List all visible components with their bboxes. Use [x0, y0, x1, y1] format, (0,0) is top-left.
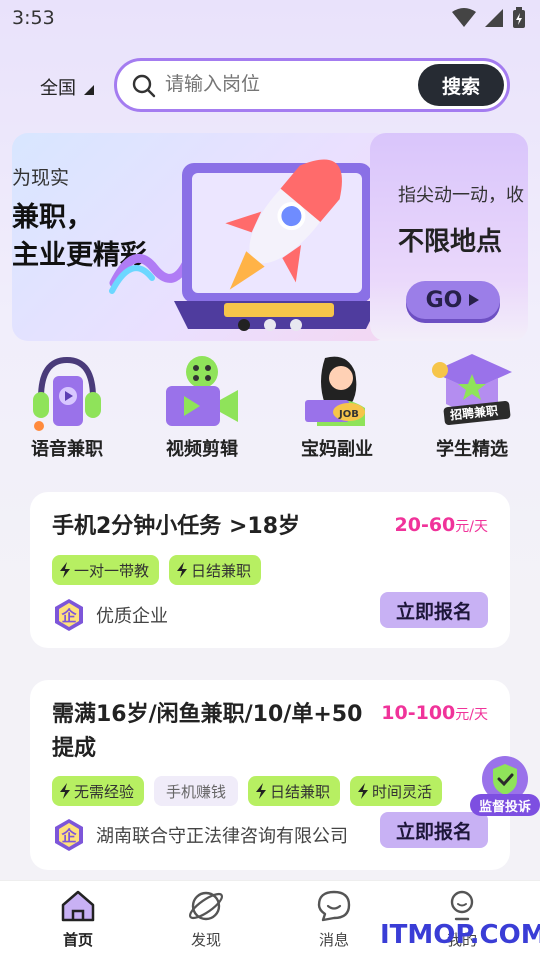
banner-main-line1: 为现实 [12, 167, 70, 189]
play-triangle-icon [469, 294, 480, 306]
lightning-icon [60, 783, 70, 799]
lightning-icon [256, 783, 267, 799]
banner-second-headline: 不限地点 [398, 227, 503, 257]
category-label: 视频剪辑 [166, 439, 238, 460]
category-label: 学生精选 [436, 439, 508, 460]
company-badge-text: 企 [61, 827, 77, 845]
company-badge-text: 企 [61, 607, 77, 625]
go-button-label: GO [425, 287, 463, 313]
battery-icon [513, 7, 525, 28]
salary-unit: 元/天 [455, 519, 488, 535]
banner-second-subtitle: 指尖动一动，收 [398, 185, 524, 206]
job-tag: 时间灵活 [350, 776, 443, 806]
chat-bubble-icon [317, 890, 351, 922]
banner-main[interactable]: 为现实 兼职， 主业更精彩 [12, 133, 390, 341]
carousel-dot[interactable] [264, 319, 276, 331]
salary-range: 10-100 [381, 702, 456, 724]
job-tag: 手机赚钱 [154, 776, 239, 806]
apply-button[interactable]: 立即报名 [380, 592, 488, 628]
status-icons [452, 7, 526, 29]
job-salary: 20-60元/天 [395, 514, 489, 536]
lightning-icon [177, 562, 188, 578]
banner-second[interactable]: 指尖动一动，收 不限地点 GO [370, 133, 528, 341]
planet-icon [188, 891, 224, 921]
tab-label: 首页 [62, 931, 93, 949]
watermark: ITMOP.COM [380, 920, 540, 950]
job-salary: 10-100元/天 [381, 702, 488, 724]
signal-icon [485, 9, 503, 27]
search-icon [132, 74, 156, 98]
graduation-cap-icon: 招聘兼职 [430, 352, 514, 432]
job-tag: 一对一带教 [52, 555, 160, 585]
job-tag-text: 一对一带教 [74, 561, 150, 580]
dropdown-triangle-icon [84, 85, 94, 95]
company-badge-icon: 企 [52, 598, 86, 632]
job-title-continued: 提成 [52, 736, 97, 761]
status-bar: 3:53 [0, 0, 540, 36]
video-camera-icon [160, 352, 244, 432]
company-name: 湖南联合守正法律咨询有限公司 [96, 826, 348, 847]
status-time: 3:53 [12, 7, 55, 29]
company-name: 优质企业 [96, 606, 168, 627]
job-tag: 日结兼职 [169, 555, 262, 585]
job-title: 需满16岁/闲鱼兼职/10/单+50 [52, 702, 363, 727]
job-tag-text: 日结兼职 [270, 782, 331, 801]
lightning-icon [60, 562, 70, 578]
job-tag-text: 日结兼职 [191, 561, 252, 580]
headphones-phone-icon [25, 352, 109, 432]
category-student-picks[interactable]: 招聘兼职 学生精选 [417, 352, 527, 461]
carousel-dot[interactable] [238, 319, 250, 331]
category-video-edit[interactable]: 视频剪辑 [147, 352, 257, 461]
laptop-rocket-illustration [109, 159, 380, 329]
tab-label: 发现 [190, 931, 221, 949]
search-row: 全国 搜索 [0, 58, 540, 112]
job-title: 手机2分钟小任务 >18岁 [52, 514, 301, 539]
job-tag: 日结兼职 [248, 776, 341, 806]
category-mom-side-job[interactable]: JOB 宝妈副业 [282, 352, 392, 461]
company-badge-icon: 企 [52, 818, 86, 852]
tab-label: 消息 [318, 931, 349, 949]
job-tag: 无需经验 [52, 776, 145, 806]
category-voice-job[interactable]: 语音兼职 [12, 352, 122, 461]
job-card[interactable]: 手机2分钟小任务 >18岁 20-60元/天 一对一带教 日结兼职 企 优质企业… [30, 492, 510, 648]
category-label: 语音兼职 [31, 439, 103, 460]
wifi-icon [452, 8, 476, 27]
category-label: 宝妈副业 [301, 439, 373, 460]
go-button[interactable]: GO [406, 281, 500, 319]
svg-text:JOB: JOB [338, 409, 359, 420]
banner-main-line2: 兼职， [12, 202, 93, 233]
mom-job-icon: JOB [295, 352, 379, 432]
tab-messages[interactable]: 消息 [289, 889, 379, 950]
job-tag-text: 无需经验 [74, 782, 135, 801]
job-tag-text: 手机赚钱 [166, 782, 227, 801]
region-label: 全国 [40, 78, 76, 99]
salary-unit: 元/天 [455, 707, 488, 723]
company-info: 企 湖南联合守正法律咨询有限公司 [52, 818, 348, 852]
company-info: 企 优质企业 [52, 598, 168, 632]
search-button[interactable]: 搜索 [418, 64, 504, 106]
complaint-float-button[interactable]: 监督投诉 [470, 756, 540, 818]
search-input[interactable] [165, 73, 405, 95]
lightning-icon [358, 783, 369, 799]
job-card[interactable]: 需满16岁/闲鱼兼职/10/单+50 提成 10-100元/天 无需经验 手机赚… [30, 680, 510, 870]
job-tags: 一对一带教 日结兼职 [52, 555, 262, 585]
profile-icon [450, 890, 474, 921]
home-icon [61, 890, 95, 922]
salary-range: 20-60 [394, 514, 456, 536]
search-box: 搜索 [114, 58, 510, 112]
tab-home[interactable]: 首页 [33, 889, 123, 950]
category-row: 语音兼职 视频剪辑 JOB 宝妈副业 招聘兼职 学生精选 [0, 352, 540, 462]
banner-carousel[interactable]: 为现实 兼职， 主业更精彩 指尖动一动，收 不限地点 GO [12, 133, 528, 341]
job-tag-text: 时间灵活 [372, 782, 433, 801]
tab-discover[interactable]: 发现 [161, 889, 251, 950]
job-tags: 无需经验 手机赚钱 日结兼职 时间灵活 [52, 776, 443, 806]
carousel-dots [238, 319, 302, 331]
complaint-label: 监督投诉 [470, 794, 540, 816]
carousel-dot[interactable] [290, 319, 302, 331]
region-selector[interactable]: 全国 [40, 74, 94, 100]
